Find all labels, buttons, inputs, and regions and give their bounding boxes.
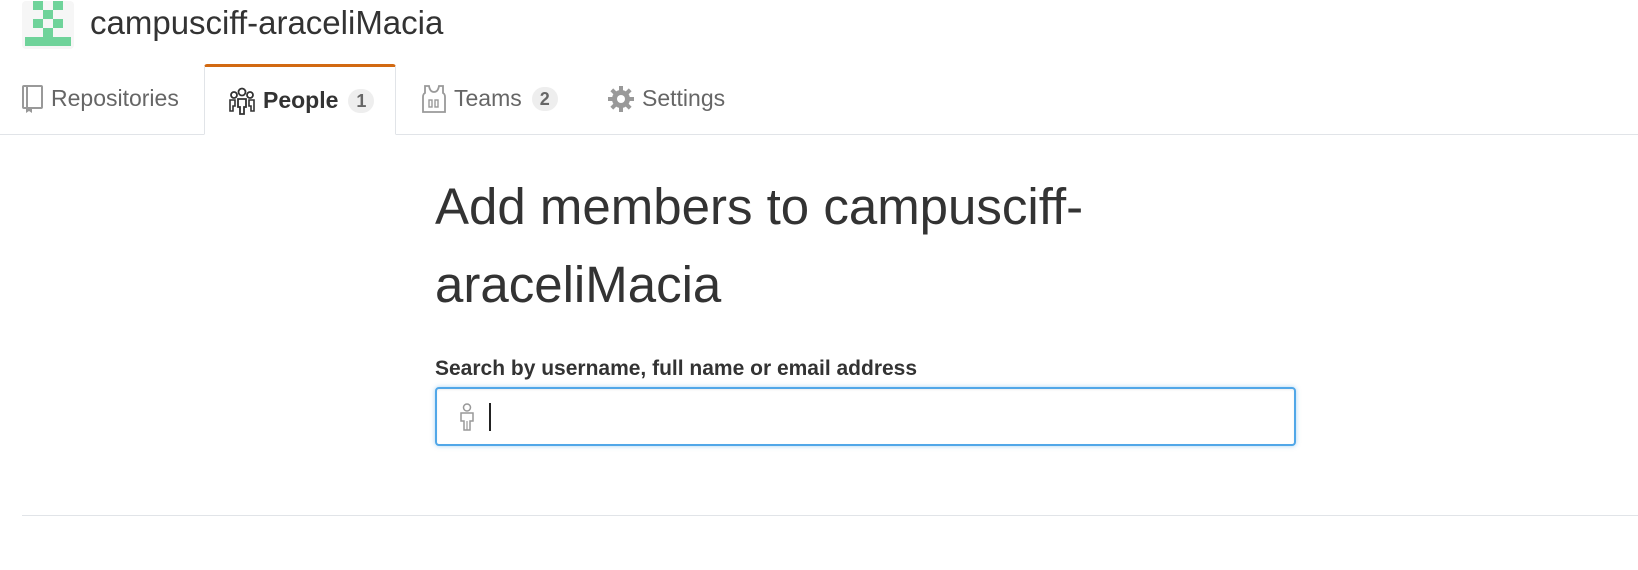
page-title: Add members to campusciff-araceliMacia (435, 178, 1084, 313)
org-header: campusciff-araceliMacia (22, 0, 443, 50)
org-avatar[interactable] (22, 1, 74, 49)
tab-people[interactable]: People 1 (204, 64, 396, 135)
tab-label: Settings (642, 85, 726, 111)
tab-teams[interactable]: Teams 2 (422, 64, 558, 133)
divider (22, 515, 1638, 516)
tab-label: People (263, 87, 339, 113)
tab-settings[interactable]: Settings (608, 64, 725, 133)
org-tabnav: Repositories People 1 Teams 2 Settings (0, 64, 1638, 135)
repo-icon (22, 84, 43, 113)
person-icon (459, 403, 475, 436)
people-icon (229, 87, 255, 115)
tab-label: Repositories (51, 85, 179, 111)
jersey-icon (422, 84, 446, 113)
teams-counter: 2 (531, 86, 558, 111)
page: campusciff-araceliMacia Repositories Peo… (0, 0, 1638, 570)
people-counter: 1 (348, 88, 375, 113)
gear-icon (608, 85, 634, 112)
text-caret (489, 403, 491, 431)
member-search-input[interactable] (487, 397, 1281, 439)
tab-repositories[interactable]: Repositories (22, 64, 179, 133)
member-search-box[interactable] (435, 387, 1296, 446)
tab-label: Teams (454, 85, 522, 111)
org-name[interactable]: campusciff-araceliMacia (90, 0, 443, 47)
search-label: Search by username, full name or email a… (435, 357, 918, 380)
